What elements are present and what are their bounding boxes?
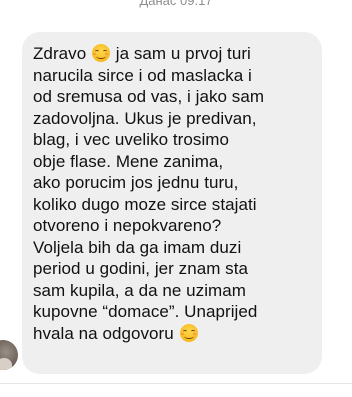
message-line: period u godini, jer znam sta	[33, 259, 249, 278]
message-line: blag, i vec uveliko trosimo	[33, 130, 229, 149]
date-header: Данас 09.17	[139, 0, 213, 8]
message-line: Voljela bih da ga imam duzi	[33, 237, 242, 257]
message-line: zadovoljna. Ukus je predivan,	[33, 108, 257, 128]
message-text: Zdravo ja sam u prvoj turi narucila sirc…	[33, 43, 312, 344]
message-line: koliko dugo moze sirce stajati	[33, 194, 257, 214]
message-line: kupovne “domace”. Unaprijed	[33, 302, 258, 321]
chat-screen: Данас 09.17 Zdravo ja sam u prvoj turi n…	[0, 0, 352, 397]
message-line: obje flase. Mene zanima,	[33, 151, 224, 171]
divider	[0, 383, 352, 384]
message-line: hvala na odgovoru	[33, 323, 179, 343]
message-line: narucila sirce i od maslacka i	[33, 65, 252, 85]
incoming-message-bubble[interactable]: Zdravo ja sam u prvoj turi narucila sirc…	[22, 32, 322, 374]
message-line: Zdravo	[33, 44, 91, 63]
message-line: ja sam u prvoj turi	[115, 44, 251, 63]
smiling-face-with-smiling-eyes-icon	[91, 44, 110, 62]
smiling-face-with-smiling-eyes-icon	[179, 323, 198, 342]
message-line: sam kupila, a da ne uzimam	[33, 280, 246, 300]
message-line: otvoreno i nepokvareno?	[33, 216, 222, 235]
message-line: ako porucim jos jednu turu,	[33, 173, 239, 192]
sender-avatar[interactable]	[0, 340, 18, 370]
message-line: od sremusa od vas, i jako sam	[33, 87, 265, 106]
